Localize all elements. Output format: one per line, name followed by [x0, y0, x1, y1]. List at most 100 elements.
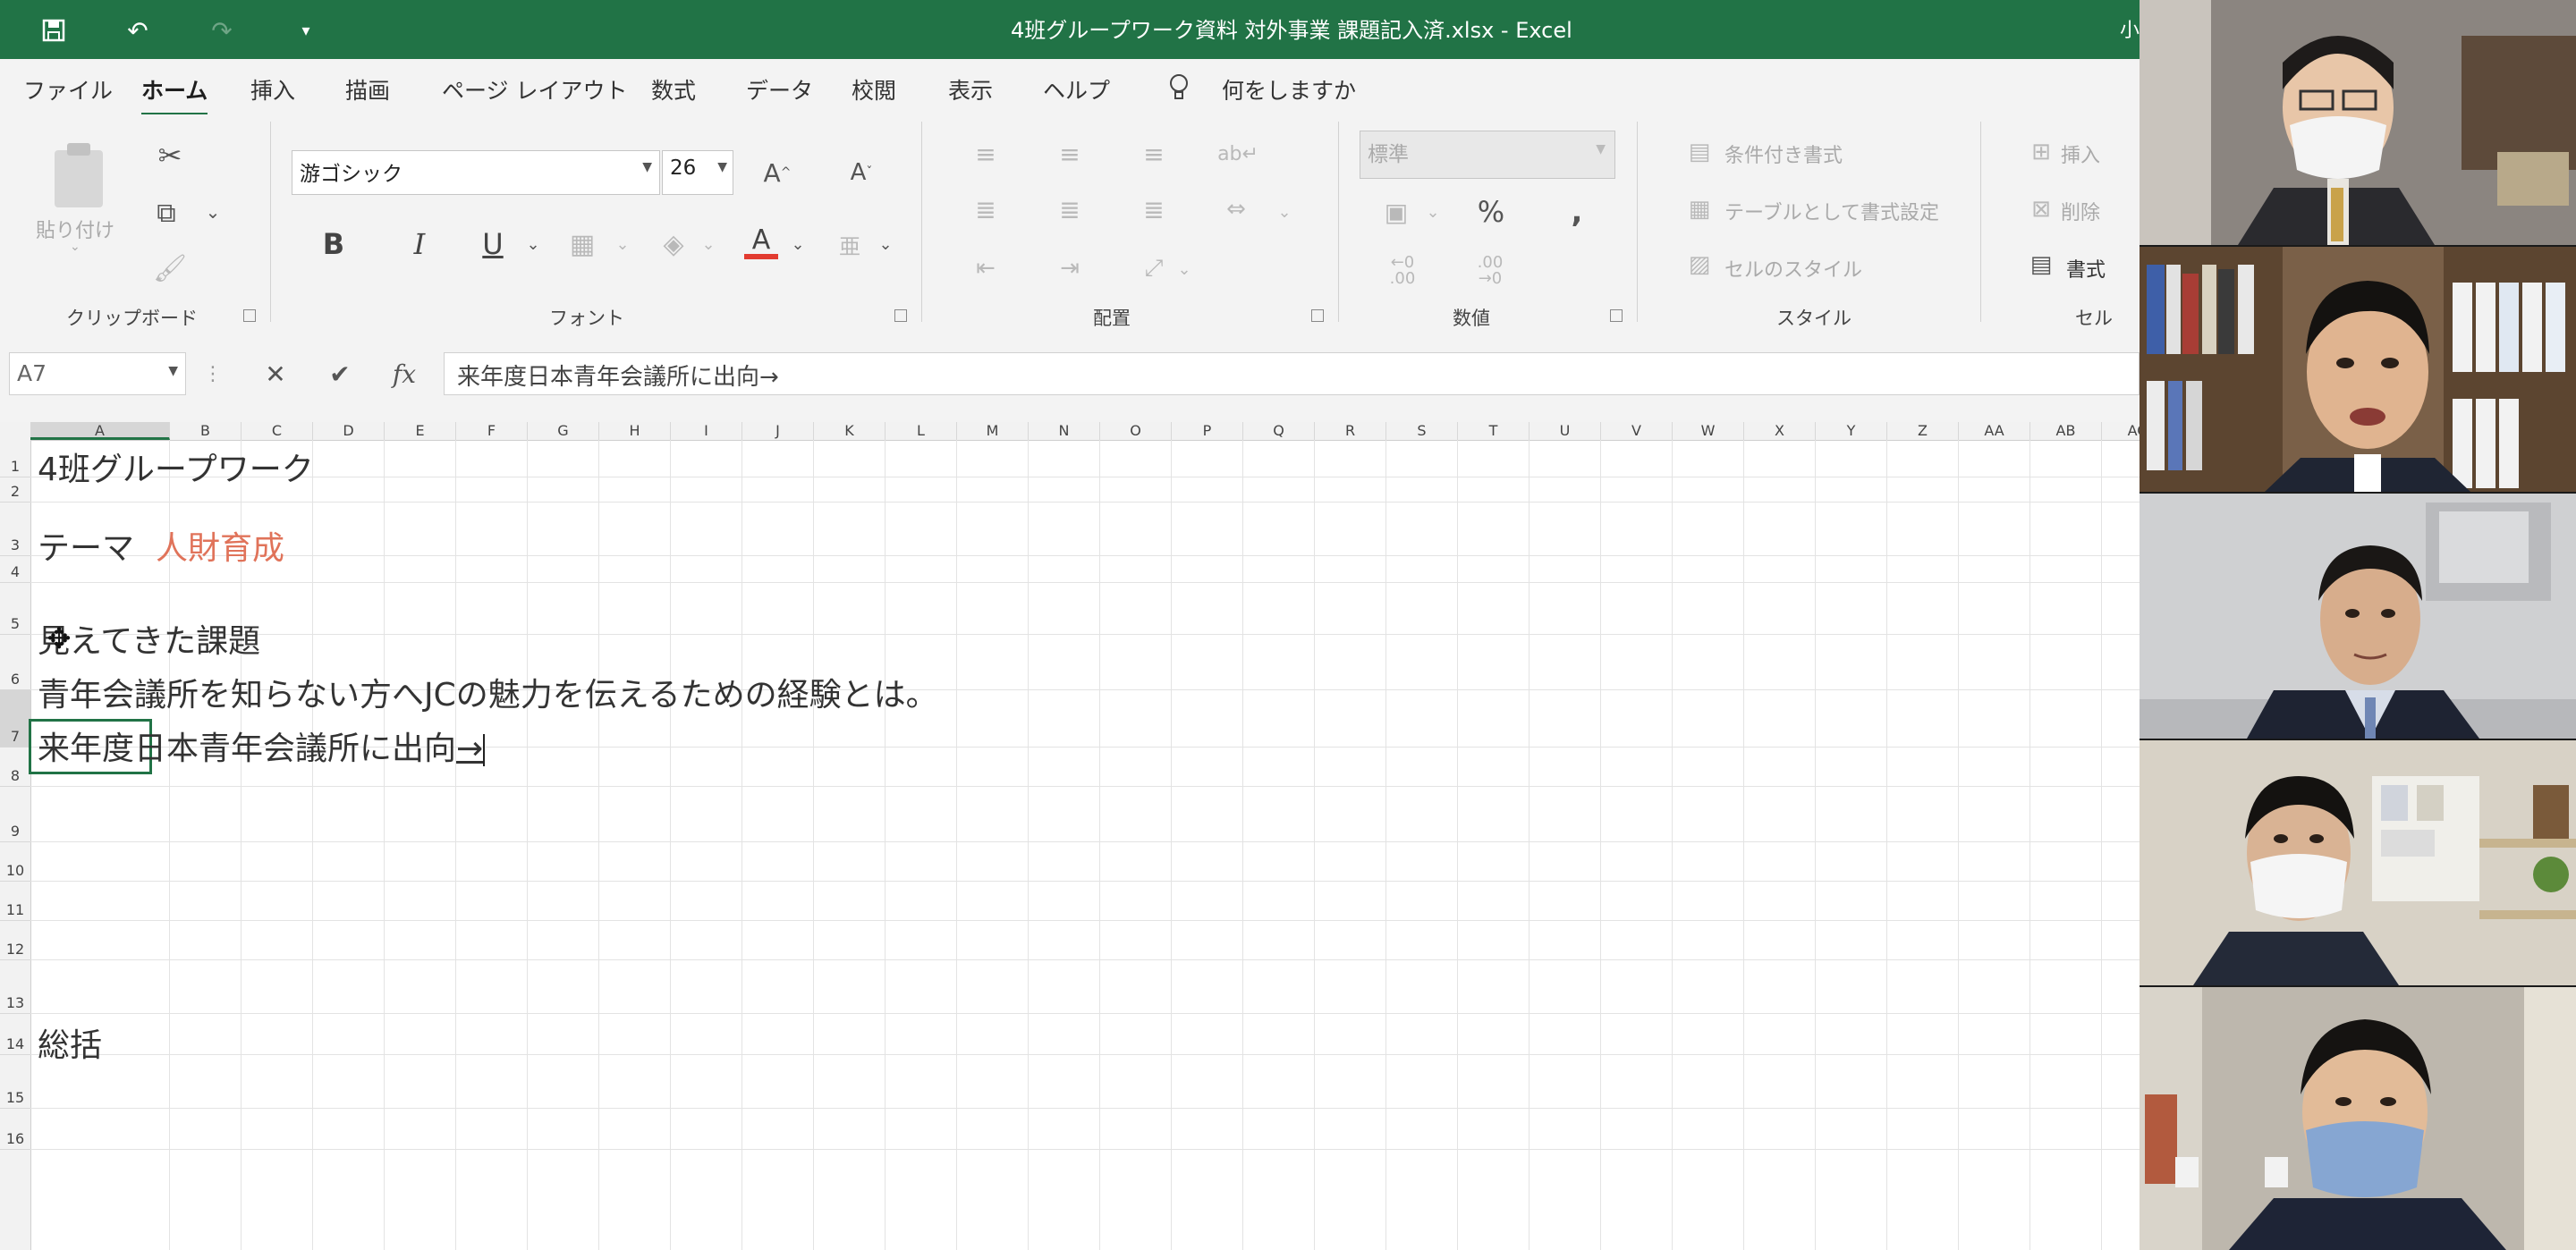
- save-icon[interactable]: [36, 13, 72, 48]
- conditional-format-icon[interactable]: ▤: [1682, 134, 1717, 170]
- row-header[interactable]: 4: [0, 556, 30, 583]
- column-header[interactable]: S: [1386, 422, 1458, 440]
- row-header[interactable]: 14: [0, 1014, 30, 1055]
- column-header[interactable]: G: [528, 422, 599, 440]
- paste-dropdown-icon[interactable]: ⌄: [70, 240, 80, 254]
- phonetic-icon[interactable]: 亜: [832, 222, 868, 266]
- delete-cells-button[interactable]: 削除: [2061, 197, 2100, 225]
- decrease-decimal-icon[interactable]: .00 →0: [1463, 249, 1517, 293]
- number-format-select[interactable]: 標準 ▼: [1360, 131, 1615, 179]
- comma-style-icon[interactable]: ,: [1555, 190, 1599, 234]
- column-header[interactable]: F: [456, 422, 528, 440]
- column-header[interactable]: P: [1172, 422, 1243, 440]
- format-painter-icon[interactable]: 🖌: [148, 247, 191, 290]
- participant-video-5[interactable]: [2140, 987, 2576, 1250]
- row-header[interactable]: 9: [0, 787, 30, 842]
- font-color-dropdown-icon[interactable]: ⌄: [787, 231, 809, 258]
- alignment-launcher-icon[interactable]: [1311, 309, 1324, 322]
- accounting-dropdown-icon[interactable]: ⌄: [1422, 198, 1444, 225]
- row-header[interactable]: 16: [0, 1109, 30, 1150]
- column-header[interactable]: J: [742, 422, 814, 440]
- borders-icon[interactable]: ▦: [562, 222, 603, 266]
- font-color-icon[interactable]: A: [741, 220, 782, 266]
- row-header[interactable]: 6: [0, 635, 30, 690]
- column-header[interactable]: U: [1530, 422, 1601, 440]
- format-as-table-button[interactable]: テーブルとして書式設定: [1724, 197, 1939, 225]
- tab-review[interactable]: 校閲: [852, 73, 896, 106]
- align-bottom-icon[interactable]: ≡: [1134, 134, 1174, 173]
- column-header[interactable]: B: [170, 422, 242, 440]
- phonetic-dropdown-icon[interactable]: ⌄: [875, 231, 896, 258]
- column-header[interactable]: N: [1029, 422, 1100, 440]
- tab-page-layout[interactable]: ページ レイアウト: [442, 73, 627, 106]
- format-cells-icon[interactable]: ▤: [2023, 247, 2059, 283]
- tab-help[interactable]: ヘルプ: [1043, 73, 1110, 106]
- column-header[interactable]: Z: [1887, 422, 1959, 440]
- more-options-icon[interactable]: ⋮: [203, 356, 223, 392]
- column-header[interactable]: K: [814, 422, 886, 440]
- orientation-icon[interactable]: ⤢: [1134, 249, 1174, 288]
- row-header[interactable]: 7: [0, 690, 30, 747]
- accounting-format-icon[interactable]: ▣: [1374, 190, 1419, 234]
- row-header[interactable]: 3: [0, 503, 30, 556]
- column-header[interactable]: AB: [2030, 422, 2102, 440]
- increase-indent-icon[interactable]: ⇥: [1050, 249, 1089, 288]
- column-header[interactable]: O: [1100, 422, 1172, 440]
- participant-video-3[interactable]: [2140, 494, 2576, 739]
- column-header[interactable]: X: [1744, 422, 1816, 440]
- tab-insert[interactable]: 挿入: [250, 73, 295, 106]
- insert-function-icon[interactable]: fx: [385, 354, 424, 393]
- merge-dropdown-icon[interactable]: ⌄: [1274, 198, 1295, 225]
- bold-icon[interactable]: B: [313, 222, 354, 266]
- participant-video-1[interactable]: [2140, 0, 2576, 245]
- decrease-indent-icon[interactable]: ⇤: [966, 249, 1005, 288]
- row-header[interactable]: 15: [0, 1055, 30, 1109]
- row-header[interactable]: 13: [0, 960, 30, 1014]
- customize-toolbar-icon[interactable]: ▾: [288, 13, 324, 48]
- column-header[interactable]: L: [886, 422, 957, 440]
- participant-video-2[interactable]: [2140, 247, 2576, 492]
- tab-view[interactable]: 表示: [948, 73, 993, 106]
- cell-a1[interactable]: 4班グループワーク: [38, 443, 314, 490]
- undo-icon[interactable]: ↶: [120, 13, 156, 48]
- column-header[interactable]: M: [957, 422, 1029, 440]
- underline-icon[interactable]: U: [472, 222, 513, 266]
- cut-icon[interactable]: ✂: [148, 134, 191, 177]
- column-header[interactable]: D: [313, 422, 385, 440]
- row-header[interactable]: 11: [0, 882, 30, 921]
- user-initial[interactable]: 小: [2120, 14, 2140, 43]
- column-header[interactable]: Y: [1816, 422, 1887, 440]
- format-cells-button[interactable]: 書式: [2066, 254, 2106, 283]
- column-header[interactable]: V: [1601, 422, 1673, 440]
- tab-home[interactable]: ホーム: [141, 73, 208, 116]
- cell-a13[interactable]: 総括: [38, 1019, 102, 1066]
- font-launcher-icon[interactable]: [894, 309, 907, 322]
- grow-font-icon[interactable]: A ^: [757, 150, 798, 195]
- enter-icon[interactable]: ✔: [320, 354, 360, 393]
- fill-color-icon[interactable]: ◈: [653, 222, 694, 266]
- column-header[interactable]: C: [242, 422, 313, 440]
- align-right-icon[interactable]: ≣: [1134, 190, 1174, 229]
- paste-icon[interactable]: [36, 132, 122, 218]
- copy-icon[interactable]: ⧉: [145, 191, 188, 234]
- column-header[interactable]: Q: [1243, 422, 1315, 440]
- column-header[interactable]: E: [385, 422, 456, 440]
- copy-dropdown-icon[interactable]: ⌄: [202, 198, 224, 225]
- cell-styles-button[interactable]: セルのスタイル: [1724, 254, 1862, 283]
- row-header[interactable]: 10: [0, 842, 30, 882]
- percent-style-icon[interactable]: %: [1469, 190, 1513, 234]
- format-as-table-icon[interactable]: ▦: [1682, 191, 1717, 227]
- column-header[interactable]: R: [1315, 422, 1386, 440]
- orientation-dropdown-icon[interactable]: ⌄: [1174, 256, 1195, 283]
- worksheet-grid[interactable]: ABCDEFGHIJKLMNOPQRSTUVWXYZAAABAC 1234567…: [0, 422, 2140, 1250]
- formula-input[interactable]: 来年度日本青年会議所に出向→: [444, 352, 2140, 395]
- tell-me-search[interactable]: 何をしますか: [1222, 73, 1356, 106]
- align-left-icon[interactable]: ≣: [966, 190, 1005, 229]
- borders-dropdown-icon[interactable]: ⌄: [612, 231, 633, 258]
- fill-dropdown-icon[interactable]: ⌄: [698, 231, 719, 258]
- column-header[interactable]: AC: [2102, 422, 2140, 440]
- column-header[interactable]: AA: [1959, 422, 2030, 440]
- align-middle-icon[interactable]: ≡: [1050, 134, 1089, 173]
- italic-icon[interactable]: I: [399, 222, 440, 266]
- row-header[interactable]: 1: [0, 440, 30, 477]
